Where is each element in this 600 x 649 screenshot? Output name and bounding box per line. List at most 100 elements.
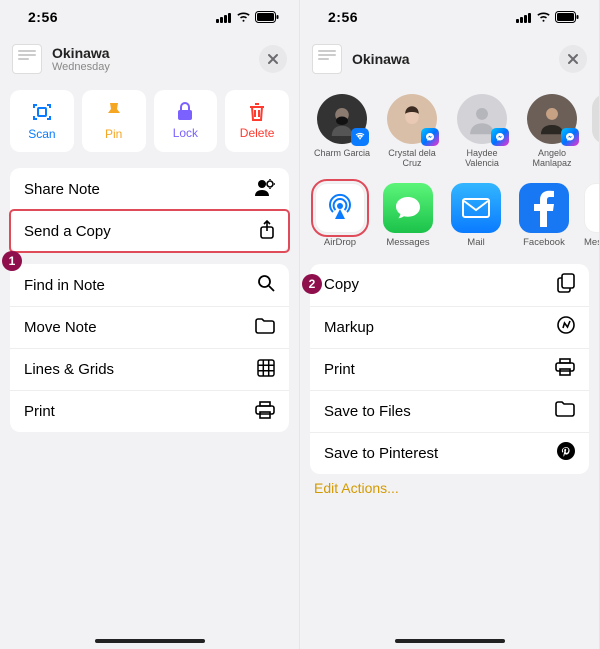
note-title: Okinawa	[52, 45, 110, 61]
status-bar: 2:56	[0, 0, 299, 34]
contact-name: Haydee Valencia	[452, 148, 512, 169]
contact-name: Angelo Manlapaz	[522, 148, 582, 169]
markup-row[interactable]: Markup	[310, 306, 589, 348]
markup-icon	[557, 316, 575, 338]
contact-charm[interactable]: Charm Garcia	[312, 94, 372, 169]
facebook-icon	[519, 183, 569, 233]
airdrop-icon	[315, 183, 365, 233]
save-files-label: Save to Files	[324, 403, 411, 420]
messages-icon	[383, 183, 433, 233]
close-icon	[567, 53, 579, 65]
contact-more[interactable]	[592, 94, 599, 169]
contact-angelo[interactable]: Angelo Manlapaz	[522, 94, 582, 169]
app-label: Mes…	[584, 237, 599, 248]
home-indicator[interactable]	[95, 639, 205, 643]
close-button[interactable]	[259, 45, 287, 73]
header-text: Okinawa Wednesday	[52, 45, 110, 73]
status-bar: 2:56	[300, 0, 599, 34]
share-contacts: Charm Garcia Crystal dela Cruz Haydee Va…	[300, 84, 599, 179]
pin-label: Pin	[105, 127, 122, 141]
print-label: Print	[24, 403, 55, 420]
delete-button[interactable]: Delete	[225, 90, 289, 152]
annotation-marker-1: 1	[2, 251, 22, 271]
app-messages[interactable]: Messages	[380, 183, 436, 248]
pin-icon	[104, 101, 124, 123]
scan-icon	[31, 101, 53, 123]
lock-label: Lock	[173, 126, 198, 140]
share-note-row[interactable]: Share Note	[10, 168, 289, 210]
pin-button[interactable]: Pin	[82, 90, 146, 152]
edit-actions-link[interactable]: Edit Actions...	[300, 480, 599, 496]
sheet-header: Okinawa Wednesday	[0, 34, 299, 84]
app-messenger[interactable]: Mes…	[584, 183, 599, 248]
messenger-badge-icon	[561, 128, 579, 146]
printer-icon	[555, 358, 575, 380]
card-actions: Find in Note Move Note Lines & Grids Pri…	[10, 264, 289, 432]
save-pinterest-label: Save to Pinterest	[324, 445, 438, 462]
quick-actions: Scan Pin Lock Delete	[0, 84, 299, 162]
app-label: AirDrop	[312, 237, 368, 248]
copy-icon	[557, 273, 575, 297]
annotation-marker-2: 2	[302, 274, 322, 294]
search-icon	[257, 274, 275, 296]
contact-name: Crystal dela Cruz	[382, 148, 442, 169]
app-label: Messages	[380, 237, 436, 248]
close-icon	[267, 53, 279, 65]
status-indicators	[216, 11, 279, 23]
move-note-row[interactable]: Move Note	[10, 306, 289, 348]
scan-button[interactable]: Scan	[10, 90, 74, 152]
contact-crystal[interactable]: Crystal dela Cruz	[382, 94, 442, 169]
folder-icon	[555, 401, 575, 421]
trash-icon	[248, 102, 266, 122]
card-share: Share Note Send a Copy	[10, 168, 289, 252]
copy-label: Copy	[324, 276, 359, 293]
note-title: Okinawa	[352, 51, 410, 67]
close-button[interactable]	[559, 45, 587, 73]
app-airdrop[interactable]: AirDrop	[312, 183, 368, 248]
app-facebook[interactable]: Facebook	[516, 183, 572, 248]
lock-icon	[176, 102, 194, 122]
lock-button[interactable]: Lock	[154, 90, 218, 152]
find-label: Find in Note	[24, 277, 105, 294]
messenger-badge-icon	[491, 128, 509, 146]
share-icon	[259, 220, 275, 243]
header-text: Okinawa	[352, 51, 410, 67]
lines-label: Lines & Grids	[24, 361, 114, 378]
doc-thumbnail-icon	[312, 44, 342, 74]
contact-haydee[interactable]: Haydee Valencia	[452, 94, 512, 169]
grid-icon	[257, 359, 275, 381]
find-note-row[interactable]: Find in Note	[10, 264, 289, 306]
airdrop-badge-icon	[351, 128, 369, 146]
print-row[interactable]: Print	[10, 390, 289, 432]
app-label: Mail	[448, 237, 504, 248]
doc-thumbnail-icon	[12, 44, 42, 74]
lines-grids-row[interactable]: Lines & Grids	[10, 348, 289, 390]
note-subtitle: Wednesday	[52, 61, 110, 73]
app-label: Facebook	[516, 237, 572, 248]
status-indicators	[516, 11, 579, 23]
send-copy-row[interactable]: Send a Copy	[10, 210, 289, 252]
copy-row[interactable]: Copy	[310, 264, 589, 306]
print-label-2: Print	[324, 361, 355, 378]
save-pinterest-row[interactable]: Save to Pinterest	[310, 432, 589, 474]
phone-left: 2:56 Okinawa Wednesday Scan	[0, 0, 300, 649]
collaborate-icon	[255, 178, 275, 200]
save-files-row[interactable]: Save to Files	[310, 390, 589, 432]
contact-name: Charm Garcia	[312, 148, 372, 158]
messenger-icon	[584, 183, 599, 233]
printer-icon	[255, 401, 275, 423]
status-time: 2:56	[328, 9, 358, 25]
send-copy-label: Send a Copy	[24, 223, 111, 240]
status-time: 2:56	[28, 9, 58, 25]
print-row-2[interactable]: Print	[310, 348, 589, 390]
home-indicator[interactable]	[395, 639, 505, 643]
markup-label: Markup	[324, 319, 374, 336]
mail-icon	[451, 183, 501, 233]
delete-label: Delete	[240, 126, 275, 140]
folder-icon	[255, 318, 275, 338]
app-mail[interactable]: Mail	[448, 183, 504, 248]
card-share-actions: Copy Markup Print Save to Files	[310, 264, 589, 474]
messenger-badge-icon	[421, 128, 439, 146]
move-label: Move Note	[24, 319, 97, 336]
pinterest-icon	[557, 442, 575, 464]
